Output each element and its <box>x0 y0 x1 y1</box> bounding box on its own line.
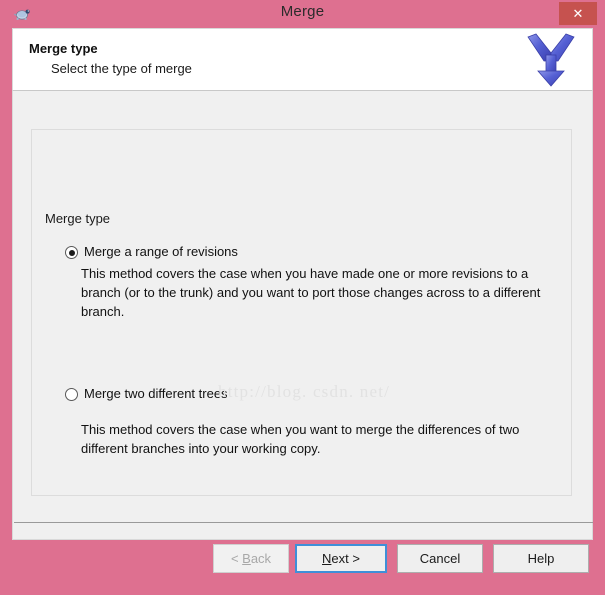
merge-dialog-window: Merge ✕ Merge type Select the type of me… <box>0 0 605 595</box>
page-title: Merge type <box>29 41 98 56</box>
radio-label-merge-range: Merge a range of revisions <box>84 244 238 259</box>
page-subtitle: Select the type of merge <box>51 61 192 76</box>
window-title: Merge <box>280 3 325 20</box>
radio-merge-two-different-trees[interactable]: Merge two different trees <box>65 386 228 401</box>
wizard-body: Merge type Merge a range of revisions Th… <box>12 90 593 540</box>
next-button-accel: N <box>322 551 332 566</box>
back-button-suffix: ack <box>250 551 272 566</box>
radio-label-merge-trees: Merge two different trees <box>84 386 228 401</box>
cancel-button[interactable]: Cancel <box>397 544 483 573</box>
back-button-prefix: < <box>230 551 243 566</box>
radio-merge-range-of-revisions[interactable]: Merge a range of revisions <box>65 244 238 259</box>
help-button[interactable]: Help <box>493 544 589 573</box>
back-button-accel: B <box>242 551 251 566</box>
wizard-header: Merge type Select the type of merge <box>12 28 593 90</box>
close-button[interactable]: ✕ <box>559 2 597 25</box>
groupbox-legend: Merge type <box>41 211 115 226</box>
merge-arrow-icon <box>520 31 582 89</box>
next-button[interactable]: Next > <box>295 544 387 573</box>
next-button-suffix: ext > <box>331 551 360 566</box>
option-description-merge-trees: This method covers the case when you wan… <box>81 422 520 456</box>
back-button[interactable]: < Back <box>213 544 289 573</box>
radio-indicator-selected[interactable] <box>65 246 78 259</box>
footer-separator <box>14 522 593 523</box>
title-bar: Merge ✕ <box>0 0 605 28</box>
radio-indicator-unselected[interactable] <box>65 388 78 401</box>
option-description-merge-range: This method covers the case when you hav… <box>81 266 541 319</box>
